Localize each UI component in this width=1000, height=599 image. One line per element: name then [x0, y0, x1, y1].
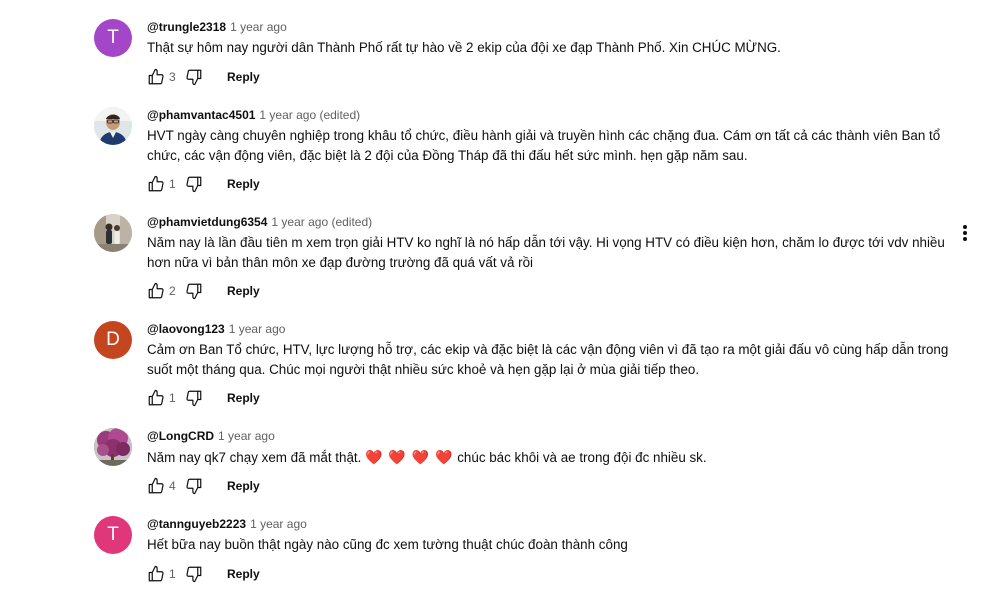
like-count: 2	[169, 284, 176, 298]
comment-text: Cảm ơn Ban Tổ chức, HTV, lực lượng hỗ tr…	[147, 342, 949, 377]
reply-button[interactable]: Reply	[227, 391, 260, 405]
comment-header: @laovong123 1 year ago	[147, 321, 967, 337]
comment-header: @phamvantac4501 1 year ago (edited)	[147, 107, 967, 123]
comment-body: @tannguyeb2223 1 year ago Hết bữa nay buồ…	[147, 516, 967, 555]
comment-actions: 4 Reply	[147, 476, 260, 496]
like-count: 1	[169, 567, 176, 581]
comment-author[interactable]: @phamvietdung6354	[147, 215, 267, 229]
avatar[interactable]: D	[94, 321, 132, 359]
thumbs-down-icon[interactable]	[185, 565, 203, 583]
reply-button[interactable]: Reply	[227, 284, 260, 298]
like-count: 4	[169, 479, 176, 493]
thumbs-down-icon[interactable]	[185, 175, 203, 193]
thumbs-down-icon[interactable]	[185, 477, 203, 495]
comment-text: Hết bữa nay buồn thật ngày nào cũng đc x…	[147, 537, 628, 552]
reply-button[interactable]: Reply	[227, 479, 260, 493]
comment-author[interactable]: @tannguyeb2223	[147, 517, 246, 531]
avatar-photo	[94, 428, 132, 466]
comment-body: @laovong123 1 year ago Cảm ơn Ban Tổ chức…	[147, 321, 967, 380]
avatar[interactable]: T	[94, 516, 132, 554]
avatar-letter: D	[106, 329, 120, 350]
comment-author[interactable]: @phamvantac4501	[147, 108, 255, 122]
reply-button[interactable]: Reply	[227, 177, 260, 191]
comment-timestamp[interactable]: 1 year ago (edited)	[271, 215, 372, 229]
comment-author[interactable]: @trungle2318	[147, 20, 226, 34]
thumbs-down-icon[interactable]	[185, 68, 203, 86]
avatar[interactable]	[94, 214, 132, 252]
comment-text: Năm nay là lần đầu tiên m xem trọn giải …	[147, 235, 945, 270]
comment-text: Thật sự hôm nay người dân Thành Phố rất …	[147, 40, 781, 55]
like-count: 1	[169, 177, 176, 191]
like-count: 3	[169, 70, 176, 84]
comment-author[interactable]: @laovong123	[147, 322, 225, 336]
thumbs-up-icon[interactable]	[147, 477, 165, 495]
comment-body: @trungle2318 1 year ago Thật sự hôm nay n…	[147, 19, 967, 58]
comment-timestamp[interactable]: 1 year ago	[250, 517, 307, 531]
avatar-letter: T	[107, 27, 119, 48]
comment-text: HVT ngày càng chuyên nghiệp trong khâu t…	[147, 128, 941, 163]
comment-text-end: chúc bác khôi và ae trong đội đc nhiều s…	[457, 450, 707, 465]
comment-header: @tannguyeb2223 1 year ago	[147, 516, 967, 532]
comment-actions: 1 Reply	[147, 174, 260, 194]
comment-author[interactable]: @LongCRD	[147, 429, 214, 443]
comment-actions: 1 Reply	[147, 388, 260, 408]
comment-body: @LongCRD 1 year ago Năm nay qk7 chạy xem …	[147, 428, 967, 468]
comment-timestamp[interactable]: 1 year ago	[229, 322, 286, 336]
thumbs-up-icon[interactable]	[147, 565, 165, 583]
more-vertical-icon[interactable]	[955, 222, 975, 244]
comment-actions: 3 Reply	[147, 67, 260, 87]
comment-timestamp[interactable]: 1 year ago (edited)	[259, 108, 360, 122]
thumbs-up-icon[interactable]	[147, 175, 165, 193]
avatar-letter: T	[107, 524, 119, 545]
like-count: 1	[169, 391, 176, 405]
avatar[interactable]: T	[94, 19, 132, 57]
heart-emoji-icon: ❤️ ❤️ ❤️ ❤️	[365, 449, 454, 465]
comment-header: @LongCRD 1 year ago	[147, 428, 967, 444]
comment-text: Năm nay qk7 chạy xem đã mắt thật. ❤️ ❤️ …	[147, 447, 967, 468]
avatar[interactable]	[94, 107, 132, 145]
reply-button[interactable]: Reply	[227, 70, 260, 84]
comment-actions: 2 Reply	[147, 281, 260, 301]
avatar-photo	[94, 107, 132, 145]
avatar-photo	[94, 214, 132, 252]
comment-timestamp[interactable]: 1 year ago	[218, 429, 275, 443]
comment-text-start: Năm nay qk7 chạy xem đã mắt thật.	[147, 450, 362, 465]
avatar[interactable]	[94, 428, 132, 466]
comment-body: @phamvietdung6354 1 year ago (edited) Năm…	[147, 214, 967, 273]
comment-header: @phamvietdung6354 1 year ago (edited)	[147, 214, 967, 230]
thumbs-up-icon[interactable]	[147, 389, 165, 407]
thumbs-down-icon[interactable]	[185, 389, 203, 407]
comment-header: @trungle2318 1 year ago	[147, 19, 967, 35]
comment-body: @phamvantac4501 1 year ago (edited) HVT n…	[147, 107, 967, 166]
thumbs-down-icon[interactable]	[185, 282, 203, 300]
thumbs-up-icon[interactable]	[147, 68, 165, 86]
comment-timestamp[interactable]: 1 year ago	[230, 20, 287, 34]
comment-actions: 1 Reply	[147, 564, 260, 584]
reply-button[interactable]: Reply	[227, 567, 260, 581]
thumbs-up-icon[interactable]	[147, 282, 165, 300]
